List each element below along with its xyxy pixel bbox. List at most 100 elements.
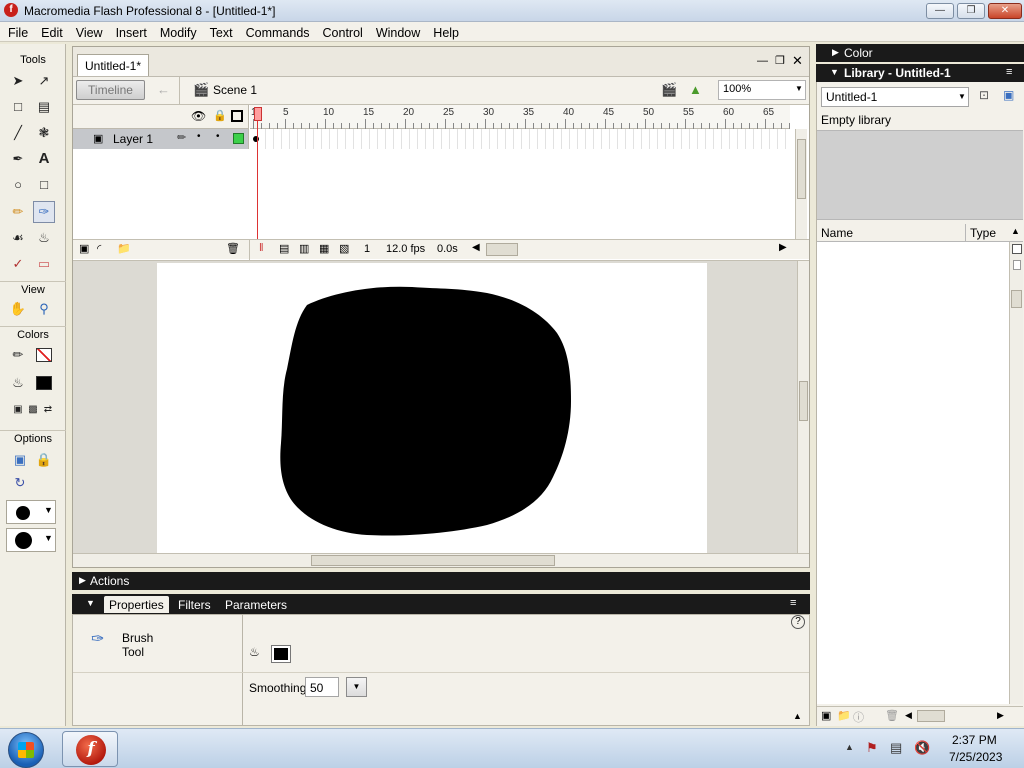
- volume-muted-icon[interactable]: 🔇: [914, 740, 930, 756]
- library-list[interactable]: [817, 242, 1009, 704]
- menu-help[interactable]: Help: [425, 22, 464, 42]
- eye-icon[interactable]: 👁: [191, 109, 206, 123]
- clock-time[interactable]: 2:37 PM: [952, 733, 997, 747]
- visible-dot-icon[interactable]: •: [197, 131, 201, 142]
- text-tool-icon[interactable]: A: [33, 148, 55, 170]
- onion-outlines-icon[interactable]: ▥: [299, 242, 309, 255]
- lock-dot-icon[interactable]: •: [216, 131, 220, 142]
- free-transform-tool-icon[interactable]: □: [7, 96, 29, 118]
- restore-button[interactable]: ❐: [957, 3, 985, 19]
- insert-folder-icon[interactable]: 📁: [117, 242, 131, 255]
- brush-mode-icon[interactable]: ↻: [9, 472, 31, 494]
- scroll-left-icon[interactable]: ◀: [472, 242, 480, 253]
- column-type[interactable]: Type: [970, 226, 996, 240]
- wide-view-icon[interactable]: [1012, 244, 1022, 254]
- panel-menu-icon[interactable]: ≡: [1006, 66, 1012, 78]
- stage-hscroll[interactable]: [73, 553, 809, 567]
- close-button[interactable]: ✕: [988, 3, 1022, 19]
- doc-minimize-icon[interactable]: —: [757, 55, 768, 67]
- action-center-icon[interactable]: ⚑: [866, 740, 878, 756]
- stage-vscroll[interactable]: [797, 261, 809, 553]
- show-hidden-icons-icon[interactable]: ▲: [845, 742, 854, 752]
- sort-icon[interactable]: ▲: [1011, 226, 1020, 236]
- delete-icon[interactable]: 🗑: [885, 709, 899, 722]
- pen-tool-icon[interactable]: ✒: [7, 148, 29, 170]
- smoothing-dropdown-button[interactable]: ▼: [346, 677, 367, 697]
- brush-size-select[interactable]: ▼: [6, 500, 56, 524]
- stage-hscroll-thumb[interactable]: [311, 555, 555, 566]
- network-icon[interactable]: ▤: [890, 740, 902, 756]
- collapse-up-icon[interactable]: ▲: [793, 711, 802, 721]
- menu-view[interactable]: View: [68, 22, 108, 42]
- panel-menu-icon[interactable]: ≡: [790, 597, 796, 609]
- stage-area[interactable]: [73, 261, 797, 553]
- library-vscroll-thumb[interactable]: [1011, 290, 1022, 308]
- taskbar-flash-app[interactable]: f: [62, 731, 118, 767]
- layer-name[interactable]: Layer 1: [113, 132, 153, 146]
- new-symbol-icon[interactable]: ▣: [821, 709, 831, 722]
- timeline-hscroll-thumb[interactable]: [486, 243, 518, 256]
- frames-row[interactable]: [250, 129, 790, 149]
- menu-control[interactable]: Control: [315, 22, 368, 42]
- scroll-right-icon[interactable]: ▶: [997, 710, 1004, 721]
- pencil-tool-icon[interactable]: ✏: [7, 201, 29, 223]
- ink-bottle-tool-icon[interactable]: ☙: [7, 227, 29, 249]
- brush-shape-select[interactable]: ▼: [6, 528, 56, 552]
- menu-commands[interactable]: Commands: [238, 22, 315, 42]
- line-tool-icon[interactable]: ╱: [7, 122, 29, 144]
- tab-filters[interactable]: Filters: [173, 596, 216, 613]
- zoom-select[interactable]: 100% ▼: [718, 80, 806, 100]
- outline-color-icon[interactable]: [233, 133, 244, 144]
- tab-properties[interactable]: Properties: [104, 596, 169, 613]
- stroke-color-pencil-icon[interactable]: ✏: [7, 344, 29, 366]
- layer-row[interactable]: ▣ Layer 1 ✏ • •: [73, 129, 249, 149]
- frame-ruler[interactable]: 15101520253035404550556065: [250, 105, 790, 129]
- library-panel-header[interactable]: ▼ Library - Untitled-1 ≡: [816, 64, 1024, 82]
- library-select[interactable]: Untitled-1 ▼: [821, 87, 969, 107]
- playhead-handle-icon[interactable]: [254, 107, 262, 121]
- insert-layer-icon[interactable]: ▣: [79, 242, 89, 255]
- help-icon[interactable]: ?: [791, 615, 805, 629]
- fill-transform-tool-icon[interactable]: ▤: [33, 96, 55, 118]
- subselection-tool-icon[interactable]: ↗: [33, 70, 55, 92]
- selection-tool-arrow-icon[interactable]: ➤: [7, 70, 29, 92]
- oval-tool-icon[interactable]: ○: [7, 174, 29, 196]
- rectangle-tool-icon[interactable]: □: [33, 174, 55, 196]
- stroke-color-swatch[interactable]: [33, 344, 55, 366]
- fill-color-swatch[interactable]: [271, 645, 291, 663]
- fill-color-bucket-icon[interactable]: ♨: [7, 372, 29, 394]
- new-library-panel-icon[interactable]: ▣: [1003, 88, 1014, 102]
- column-name[interactable]: Name: [821, 226, 853, 240]
- menu-edit[interactable]: Edit: [33, 22, 68, 42]
- playhead[interactable]: [254, 107, 262, 261]
- menu-insert[interactable]: Insert: [108, 22, 152, 42]
- eraser-tool-icon[interactable]: ▭: [33, 253, 55, 275]
- library-vscroll[interactable]: [1009, 242, 1023, 704]
- minimize-button[interactable]: —: [926, 3, 954, 19]
- scroll-left-icon[interactable]: ◀: [905, 710, 912, 721]
- lasso-tool-icon[interactable]: ❃: [33, 122, 55, 144]
- color-panel-header[interactable]: ▶ Color: [816, 44, 1024, 62]
- object-drawing-icon[interactable]: ▣: [9, 449, 31, 471]
- swap-colors-icon[interactable]: ⇄: [37, 399, 59, 421]
- outline-icon[interactable]: [231, 110, 243, 122]
- edit-multiple-frames-icon[interactable]: ▦: [319, 242, 329, 255]
- menu-file[interactable]: File: [0, 22, 33, 42]
- center-frame-icon[interactable]: ‖: [259, 242, 264, 254]
- timeline-vscroll[interactable]: [795, 129, 807, 239]
- edit-symbols-icon[interactable]: ▲: [689, 82, 702, 97]
- properties-icon[interactable]: ⓘ: [853, 709, 864, 725]
- menu-text[interactable]: Text: [202, 22, 238, 42]
- doc-restore-icon[interactable]: ❐: [775, 54, 785, 67]
- add-motion-guide-icon[interactable]: ◜: [97, 242, 101, 255]
- back-arrow-icon[interactable]: ←: [157, 82, 170, 97]
- document-tab[interactable]: Untitled-1*: [77, 54, 149, 76]
- edit-scene-icon[interactable]: 🎬: [661, 82, 677, 98]
- actions-panel-header[interactable]: ▶ Actions: [72, 572, 810, 590]
- doc-close-icon[interactable]: ✕: [792, 53, 803, 69]
- menu-window[interactable]: Window: [368, 22, 425, 42]
- onion-skin-icon[interactable]: ▤: [279, 242, 289, 255]
- stage-vscroll-thumb[interactable]: [799, 381, 808, 421]
- menu-modify[interactable]: Modify: [152, 22, 202, 42]
- lock-fill-icon[interactable]: 🔒: [33, 449, 55, 471]
